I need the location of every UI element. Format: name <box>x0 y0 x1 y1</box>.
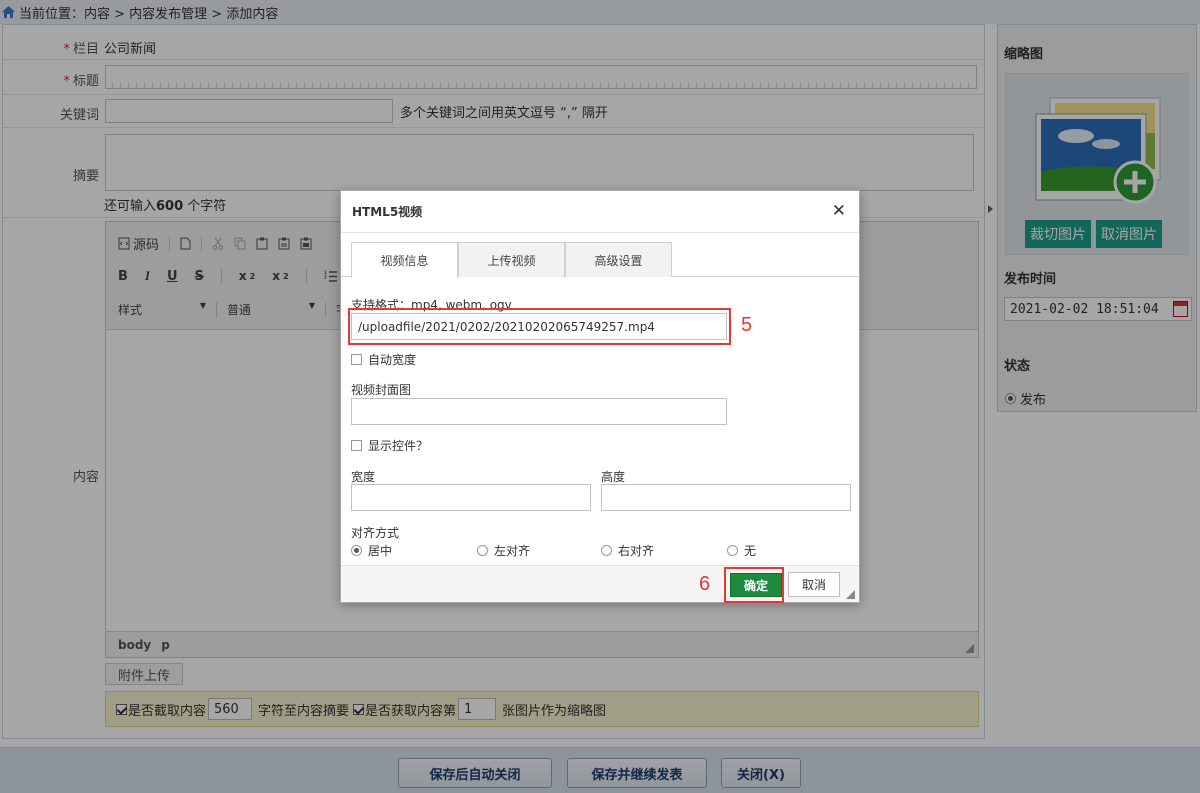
align-right-option[interactable]: 右对齐 <box>601 542 654 559</box>
step-6-annotation: 6 <box>699 573 711 595</box>
align-none-option[interactable]: 无 <box>727 542 756 559</box>
align-left-label: 左对齐 <box>494 544 531 558</box>
align-left-option[interactable]: 左对齐 <box>477 542 530 559</box>
auto-width-checkbox[interactable] <box>351 354 362 365</box>
align-left-radio[interactable] <box>477 545 488 556</box>
align-right-label: 右对齐 <box>618 544 655 558</box>
cancel-button[interactable]: 取消 <box>788 572 840 597</box>
show-controls-label: 显示控件？ <box>368 439 429 453</box>
dialog-header: HTML5视频 ✕ <box>341 191 859 233</box>
tab-video-info[interactable]: 视频信息 <box>351 242 458 278</box>
auto-width-label: 自动宽度 <box>368 353 417 367</box>
align-right-radio[interactable] <box>601 545 612 556</box>
height-label: 高度 <box>601 470 626 484</box>
html5-video-dialog: HTML5视频 ✕ 视频信息 上传视频 高级设置 支持格式：mp4, webm,… <box>340 190 860 603</box>
align-none-label: 无 <box>744 544 757 558</box>
highlight-ok-button <box>724 567 784 603</box>
cover-label: 视频封面图 <box>351 383 412 397</box>
width-input[interactable] <box>351 484 591 511</box>
dialog-tabs: 视频信息 上传视频 高级设置 <box>351 242 672 278</box>
dialog-title: HTML5视频 <box>352 205 423 219</box>
dialog-resize-handle[interactable] <box>846 590 855 599</box>
show-controls-option[interactable]: 显示控件？ <box>351 437 428 454</box>
tab-advanced[interactable]: 高级设置 <box>565 242 672 277</box>
close-icon[interactable]: ✕ <box>832 203 846 220</box>
auto-width-option[interactable]: 自动宽度 <box>351 351 416 368</box>
tab-upload-video[interactable]: 上传视频 <box>458 242 565 277</box>
show-controls-checkbox[interactable] <box>351 440 362 451</box>
align-none-radio[interactable] <box>727 545 738 556</box>
align-center-radio[interactable] <box>351 545 362 556</box>
align-label: 对齐方式 <box>351 526 400 540</box>
height-input[interactable] <box>601 484 851 511</box>
align-center-option[interactable]: 居中 <box>351 542 392 559</box>
highlight-video-url <box>348 308 731 345</box>
step-5-annotation: 5 <box>741 314 753 336</box>
align-center-label: 居中 <box>368 544 393 558</box>
width-label: 宽度 <box>351 470 376 484</box>
cover-input[interactable] <box>351 398 727 425</box>
